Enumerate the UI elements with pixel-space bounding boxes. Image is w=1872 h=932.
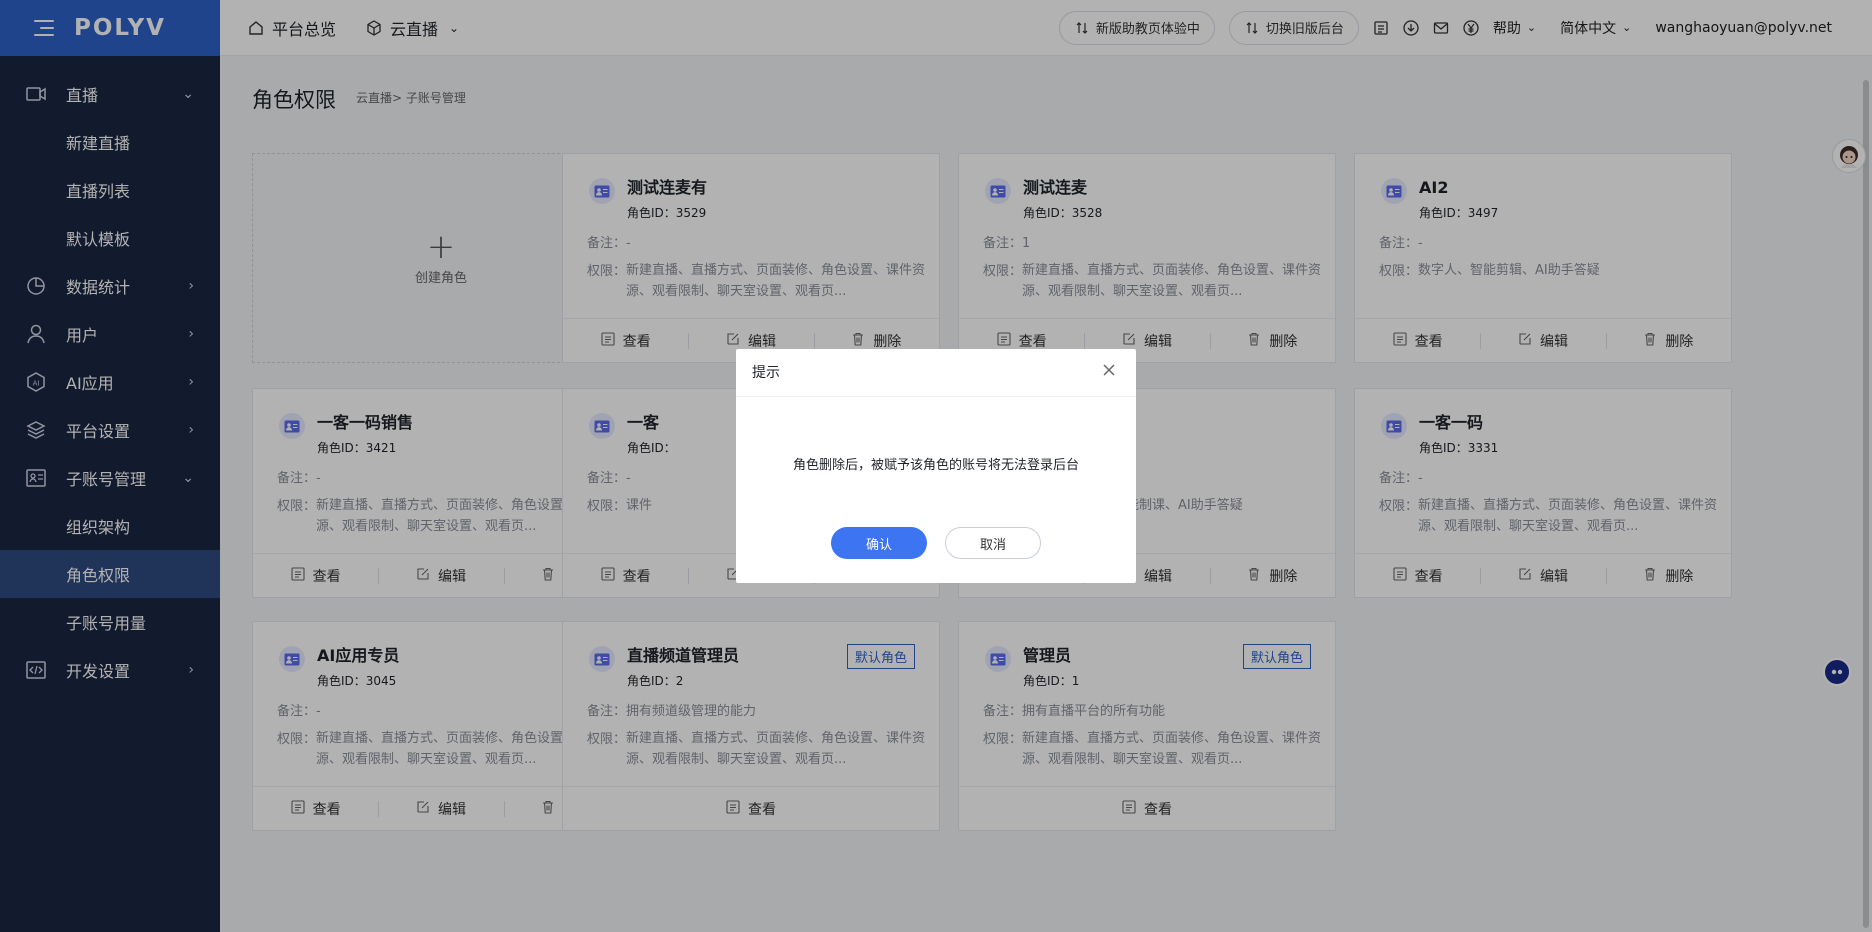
close-icon[interactable] (1100, 361, 1118, 379)
dialog-title: 提示 (752, 365, 780, 381)
cancel-button[interactable]: 取消 (945, 527, 1041, 559)
dialog-message: 角色删除后，被赋予该角色的账号将无法登录后台 (792, 458, 1079, 473)
dialog-divider (736, 396, 1136, 397)
confirm-button[interactable]: 确认 (831, 527, 927, 559)
confirm-dialog: 提示 角色删除后，被赋予该角色的账号将无法登录后台 确认 取消 (736, 349, 1136, 583)
modal-overlay[interactable]: 提示 角色删除后，被赋予该角色的账号将无法登录后台 确认 取消 (0, 0, 1872, 932)
